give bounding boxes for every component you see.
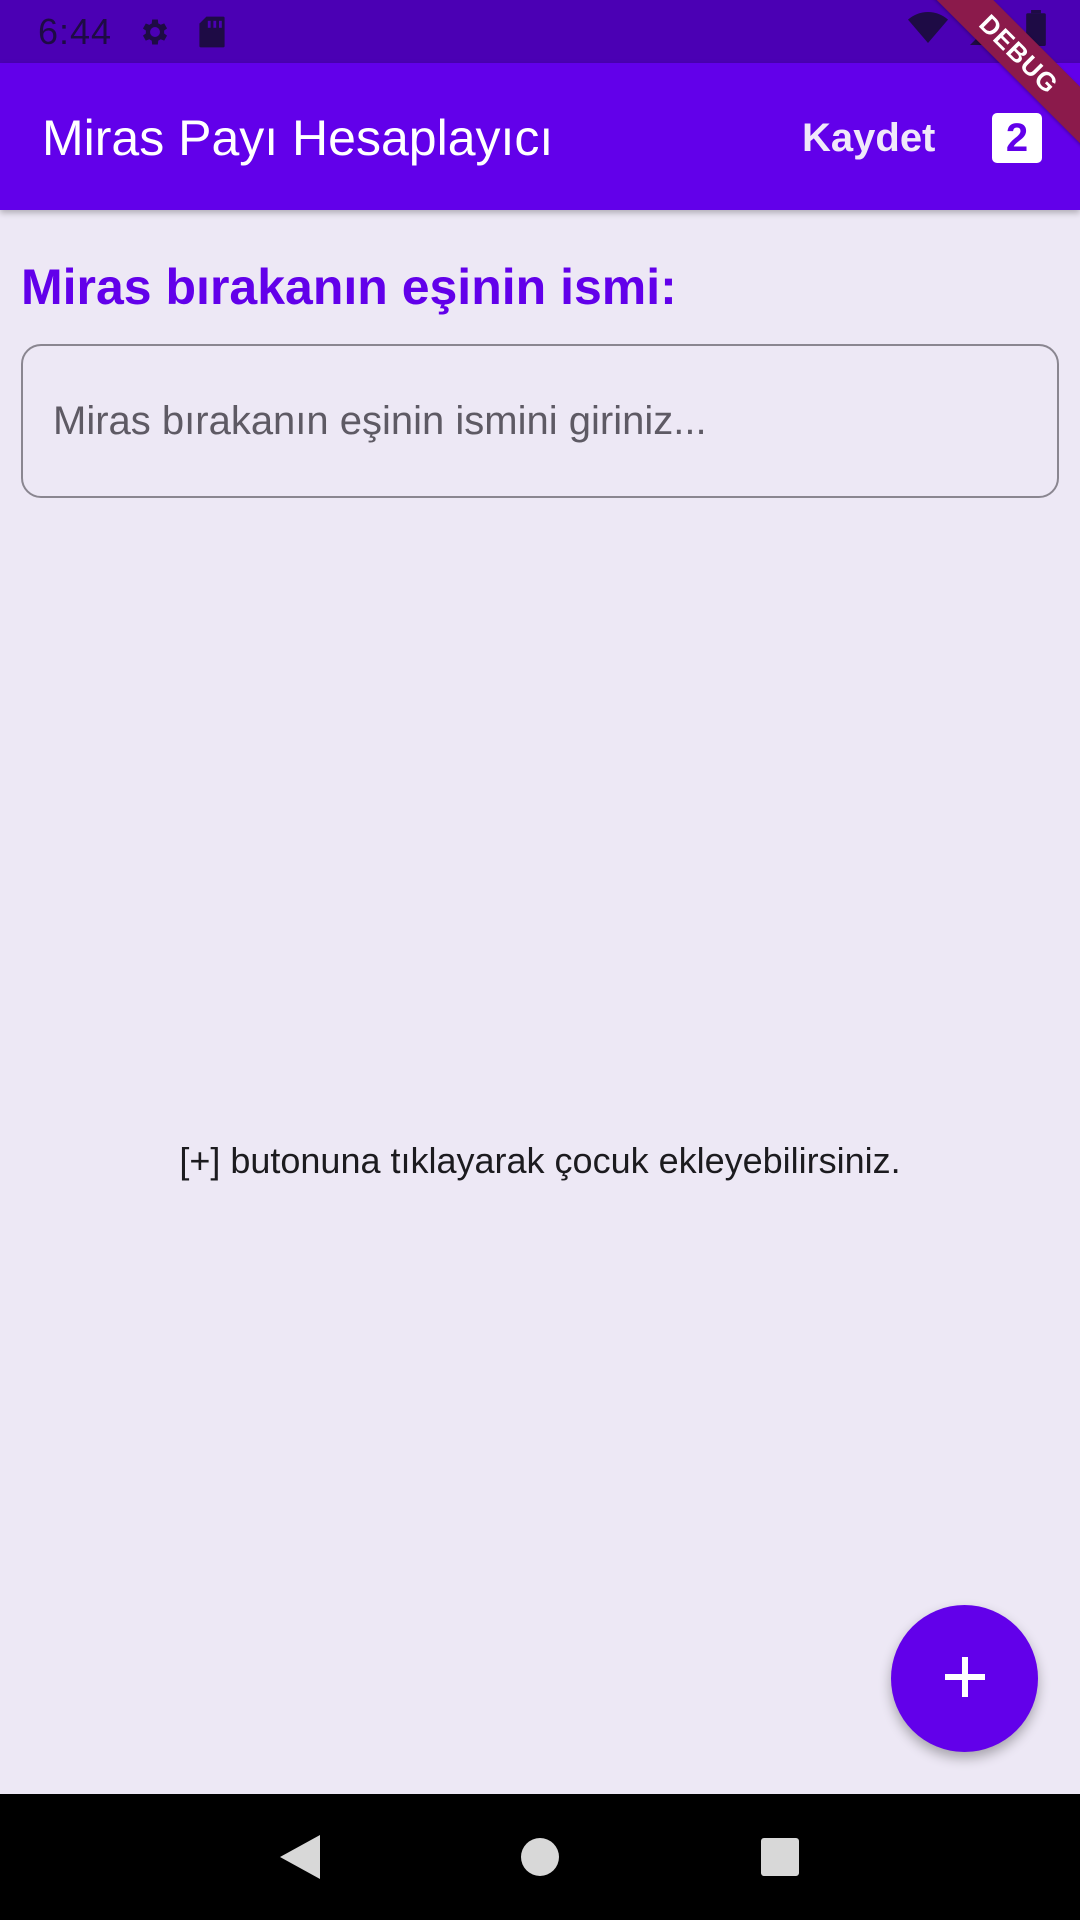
system-nav-bar: [0, 1794, 1080, 1920]
wifi-icon: [908, 11, 948, 50]
app-screen: 6:44 Miras Payı Hesaplayıcı Kaydet 2 DEB…: [0, 0, 1080, 1920]
plus-icon: [943, 1655, 987, 1702]
status-bar: 6:44: [0, 0, 1080, 63]
empty-state-hint: [+] butonuna tıklayarak çocuk ekleyebili…: [179, 1140, 901, 1181]
back-icon[interactable]: [260, 1817, 340, 1897]
spouse-name-heading: Miras bırakanın eşinin ismi:: [21, 259, 677, 315]
app-bar: Miras Payı Hesaplayıcı Kaydet 2: [0, 63, 1080, 210]
count-badge[interactable]: 2: [992, 113, 1042, 163]
spouse-name-input[interactable]: [21, 344, 1059, 498]
settings-icon: [138, 15, 172, 49]
sd-card-icon: [198, 15, 226, 49]
status-time: 6:44: [38, 10, 113, 52]
home-icon[interactable]: [500, 1817, 580, 1897]
add-child-button[interactable]: [891, 1605, 1038, 1752]
signal-icon: [970, 11, 1004, 50]
battery-icon: [1026, 10, 1046, 51]
app-title: Miras Payı Hesaplayıcı: [42, 110, 554, 166]
recents-icon[interactable]: [740, 1817, 820, 1897]
save-button[interactable]: Kaydet: [792, 103, 945, 173]
